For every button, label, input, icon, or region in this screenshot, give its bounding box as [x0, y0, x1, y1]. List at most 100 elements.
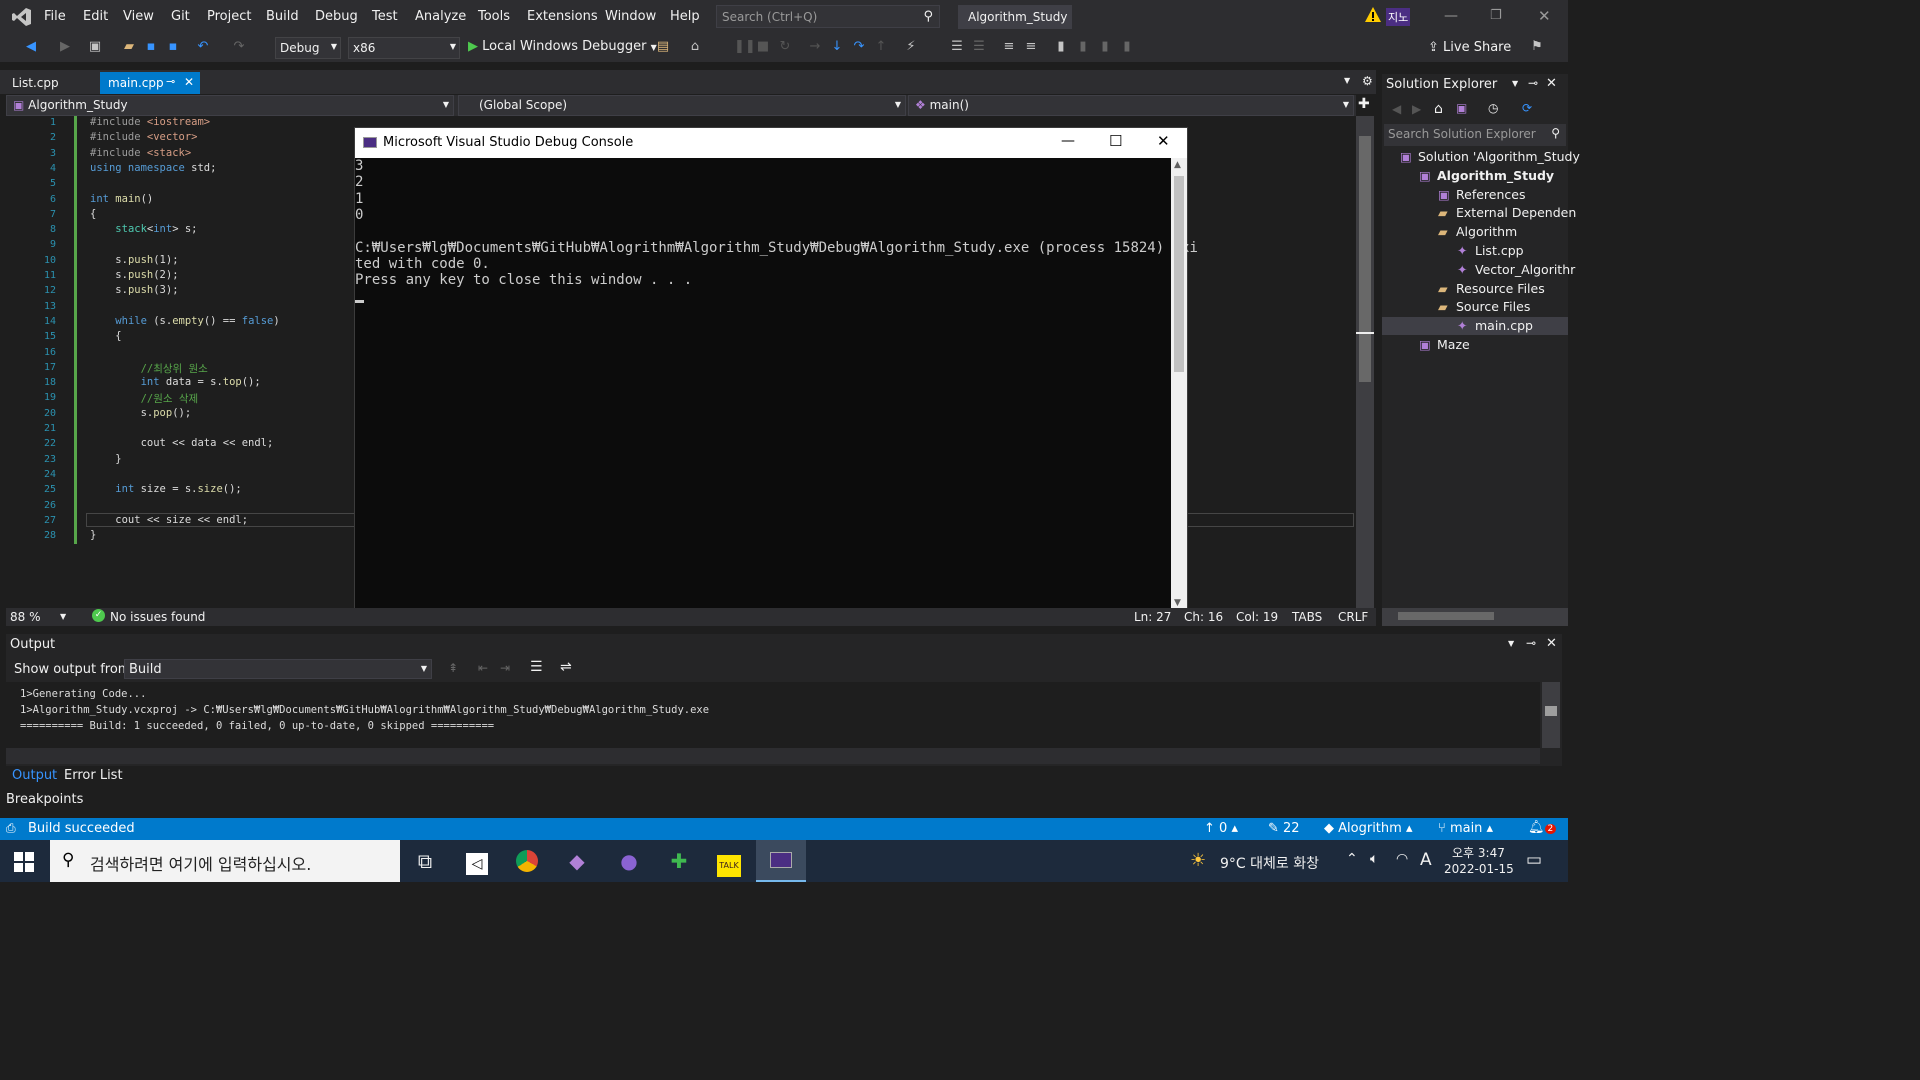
menu-project[interactable]: Project [207, 9, 251, 24]
history-icon[interactable]: ◷ [1488, 101, 1498, 115]
configuration-select[interactable]: Debug ▼ [275, 37, 341, 59]
task-view-icon[interactable]: ⧉ [400, 840, 450, 882]
taskbar-search-input[interactable]: ⚲ 검색하려면 여기에 입력하십시오. [50, 840, 400, 882]
branch-selector[interactable]: ⑂ main ▴ [1438, 821, 1493, 836]
output-scroll-thumb[interactable] [1545, 706, 1557, 716]
tree-item[interactable]: ▰ Resource Files [1382, 280, 1568, 298]
find-message-icon[interactable]: ⇞ [448, 661, 458, 675]
tree-item[interactable]: ✦ main.cpp [1382, 317, 1568, 336]
menu-edit[interactable]: Edit [83, 9, 108, 24]
zoom-level[interactable]: 88 % [10, 610, 41, 624]
show-hidden-icons-icon[interactable]: ⌃ [1346, 851, 1358, 867]
code-line[interactable]: //원소 삭제 [90, 391, 199, 406]
editor-scrollbar[interactable] [1356, 116, 1374, 608]
redo-icon[interactable]: ↷ [232, 40, 246, 54]
switch-views-icon[interactable]: ▣ [1456, 101, 1467, 115]
char-number[interactable]: Ch: 16 [1184, 610, 1223, 624]
code-line[interactable]: cout << data << endl; [90, 437, 274, 449]
bookmark-icon[interactable]: ▮ [1054, 40, 1068, 54]
menu-test[interactable]: Test [372, 9, 398, 24]
chevron-down-icon[interactable]: ▼ [1512, 79, 1518, 88]
hot-reload-icon[interactable]: ⚡ [904, 40, 918, 54]
maximize-button[interactable]: ❐ [1490, 8, 1502, 23]
tabs-mode[interactable]: TABS [1292, 610, 1322, 624]
scrollbar-thumb[interactable] [1359, 136, 1371, 382]
console-maximize-button[interactable]: ☐ [1109, 132, 1122, 150]
menu-build[interactable]: Build [266, 9, 299, 24]
code-line[interactable]: #include <iostream> [90, 116, 210, 128]
back-icon[interactable]: ◀ [1392, 102, 1401, 116]
issues-status[interactable]: No issues found [110, 610, 205, 624]
save-icon[interactable]: ▪ [144, 40, 158, 54]
chevron-down-icon[interactable]: ▼ [1508, 639, 1514, 648]
code-line[interactable]: int size = s.size(); [90, 483, 241, 495]
output-source-select[interactable]: Build ▼ [124, 659, 432, 679]
scope-dropdown[interactable]: (Global Scope) ▼ [458, 95, 906, 116]
close-icon[interactable]: ✕ [1546, 76, 1557, 91]
chrome-icon[interactable] [502, 840, 552, 882]
code-line[interactable]: } [90, 453, 121, 465]
tree-item[interactable]: ▰ Algorithm [1382, 223, 1568, 241]
code-line[interactable]: int main() [90, 193, 153, 205]
code-line[interactable]: using namespace std; [90, 162, 216, 174]
folder-browse-icon[interactable]: ▤ [656, 40, 670, 54]
warning-icon[interactable] [1364, 6, 1382, 24]
next-message-icon[interactable]: ⇥ [500, 661, 510, 675]
word-wrap-icon[interactable]: ⇌ [560, 659, 572, 675]
tree-item[interactable]: ▣ Algorithm_Study [1382, 167, 1568, 185]
menu-window[interactable]: Window [605, 9, 656, 24]
tree-item[interactable]: ✦ List.cpp [1382, 242, 1568, 260]
tree-item[interactable]: ▣ Maze [1382, 336, 1568, 354]
indent-icon[interactable]: ≡ [1002, 40, 1016, 54]
tab-main-cpp[interactable]: main.cpp ⊸ ✕ [100, 72, 200, 94]
output-hscrollbar[interactable] [6, 748, 1540, 764]
clock-date[interactable]: 2022-01-15 [1444, 862, 1514, 876]
output-vscrollbar[interactable] [1542, 682, 1560, 748]
python-app-icon[interactable]: ✚ [654, 840, 704, 882]
user-avatar[interactable]: 지노 [1386, 8, 1411, 26]
menu-extensions[interactable]: Extensions [527, 9, 598, 24]
feedback-icon[interactable]: ⚑ [1530, 40, 1544, 54]
comment-icon[interactable]: ☰ [950, 40, 964, 54]
tree-item[interactable]: ▰ Source Files [1382, 298, 1568, 316]
notifications-icon[interactable]: 🔔︎ 2 [1528, 820, 1557, 835]
code-line[interactable]: int data = s.top(); [90, 376, 261, 388]
close-icon[interactable]: ✕ [1546, 636, 1557, 651]
code-line[interactable]: while (s.empty() == false) [90, 315, 279, 327]
project-dropdown[interactable]: ▣ Algorithm_Study ▼ [6, 95, 454, 116]
hscroll-thumb[interactable] [1398, 612, 1494, 620]
scroll-down-icon[interactable]: ▼ [1174, 598, 1181, 608]
code-line[interactable]: s.pop(); [90, 407, 192, 419]
close-button[interactable]: ✕ [1538, 7, 1551, 25]
gear-icon[interactable]: ⚙ [1362, 74, 1373, 88]
home-icon[interactable]: ⌂ [1434, 101, 1443, 117]
network-icon[interactable]: ◠ [1396, 851, 1408, 867]
console-close-button[interactable]: ✕ [1157, 132, 1170, 150]
clear-all-icon[interactable]: ☰ [530, 659, 543, 675]
kakaotalk-icon[interactable]: TALK [704, 840, 754, 882]
step-into-icon[interactable]: ↓ [830, 40, 844, 54]
menu-tools[interactable]: Tools [478, 9, 510, 24]
line-ending[interactable]: CRLF [1338, 610, 1368, 624]
pin-icon[interactable]: ⊸ [1526, 636, 1536, 650]
prev-message-icon[interactable]: ⇤ [478, 661, 488, 675]
tree-item[interactable]: ▣ Solution 'Algorithm_Study [1382, 148, 1580, 166]
next-bookmark-icon[interactable]: ▮ [1098, 40, 1112, 54]
close-tab-icon[interactable]: ✕ [184, 75, 194, 89]
code-line[interactable]: stack<int> s; [90, 223, 197, 235]
member-dropdown[interactable]: ❖ main() ▼ [908, 95, 1354, 116]
console-scrollbar[interactable]: ▲ ▼ [1171, 158, 1187, 613]
push-count[interactable]: ↑ 0 ▴ [1204, 821, 1238, 836]
debug-console-taskbar-icon[interactable] [756, 840, 806, 882]
forward-icon[interactable]: ▶ [58, 40, 72, 54]
visual-studio-icon[interactable]: ◆ [552, 840, 602, 882]
scroll-up-icon[interactable]: ▲ [1174, 160, 1181, 170]
code-line[interactable]: s.push(3); [90, 284, 178, 296]
search-input[interactable]: Search (Ctrl+Q) ⚲ [716, 5, 940, 28]
menu-debug[interactable]: Debug [315, 9, 358, 24]
col-number[interactable]: Col: 19 [1236, 610, 1278, 624]
menu-git[interactable]: Git [171, 9, 190, 24]
github-desktop-icon[interactable]: ● [604, 840, 654, 882]
step-over-icon[interactable]: ↷ [852, 40, 866, 54]
unity-app-icon[interactable]: ◁ [452, 840, 502, 882]
